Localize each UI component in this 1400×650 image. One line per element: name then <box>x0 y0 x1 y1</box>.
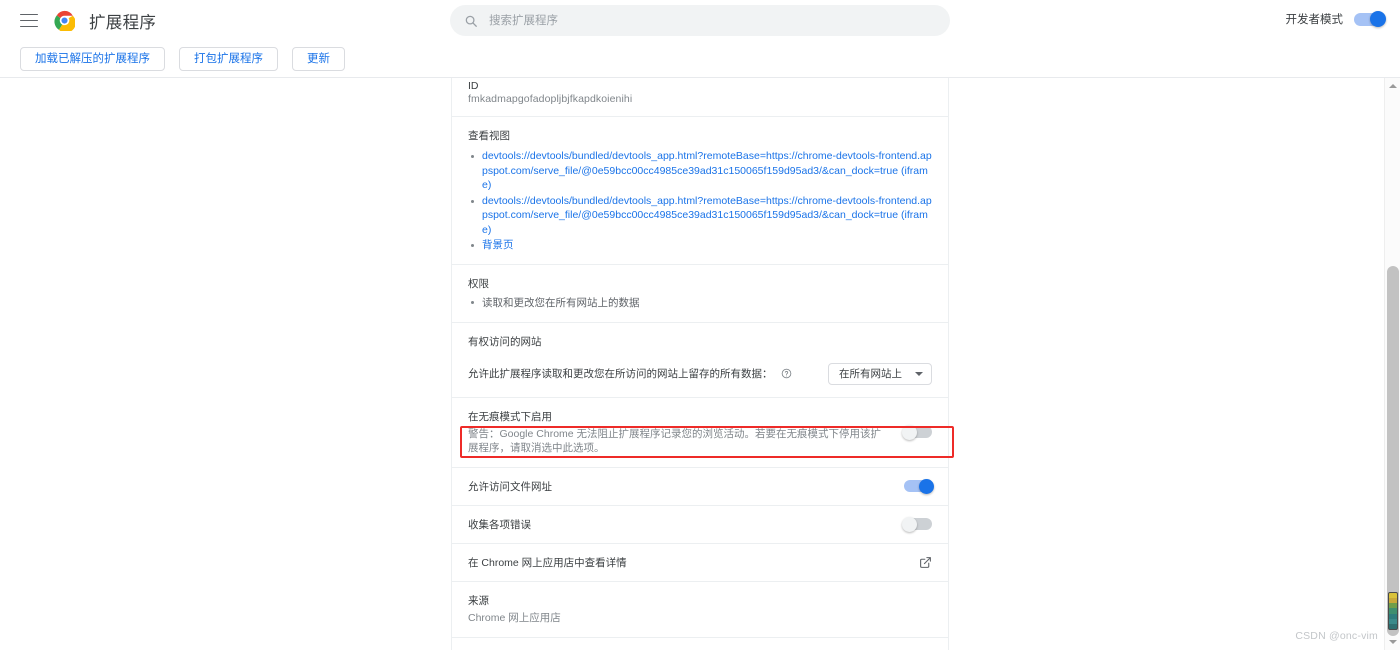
file-urls-texts: 允许访问文件网址 <box>468 479 890 494</box>
remove-extension-row[interactable]: 卸载扩展程序 <box>452 638 948 650</box>
list-item: 读取和更改您在所有网站上的数据 <box>468 296 932 310</box>
list-item[interactable]: 背景页 <box>468 238 932 253</box>
external-link-icon <box>919 556 932 569</box>
collect-errors-title: 收集各项错误 <box>468 518 531 531</box>
source-value: Chrome 网上应用店 <box>468 611 561 624</box>
search-input[interactable] <box>489 10 909 31</box>
toggle-knob <box>1370 11 1386 27</box>
source-section: 来源 Chrome 网上应用店 <box>452 582 948 637</box>
scroll-down-arrow-icon[interactable] <box>1385 634 1400 650</box>
extension-id-value: fmkadmapgofadopljbjfkapdkoienihi <box>468 93 633 105</box>
source-label: 来源 <box>468 594 489 607</box>
incognito-description: 警告：Google Chrome 无法阻止扩展程序记录您的浏览活动。若要在无痕模… <box>468 427 882 455</box>
scroll-up-arrow-icon[interactable] <box>1385 78 1400 94</box>
developer-mode-control[interactable]: 开发者模式 <box>1285 11 1386 27</box>
scrollbar-minimap-indicator <box>1388 592 1398 630</box>
extension-id-section: ID fmkadmapgofadopljbjfkapdkoienihi <box>452 78 948 116</box>
inspect-views-title: 查看视图 <box>468 130 510 142</box>
extension-actions-toolbar: 加载已解压的扩展程序 打包扩展程序 更新 <box>0 41 1400 78</box>
permissions-title: 权限 <box>468 277 489 290</box>
site-access-question-wrap: 允许此扩展程序读取和更改您在所访问的网站上留存的所有数据： <box>468 366 792 381</box>
site-access-select[interactable]: 在所有网站上 <box>828 362 932 385</box>
site-access-question: 允许此扩展程序读取和更改您在所访问的网站上留存的所有数据： <box>468 368 773 380</box>
search-icon <box>464 14 478 28</box>
view-link[interactable]: 背景页 <box>482 239 514 251</box>
toggle-knob <box>902 516 917 532</box>
site-access-selected-value: 在所有网站上 <box>839 368 902 380</box>
site-access-section: 有权访问的网站 允许此扩展程序读取和更改您在所访问的网站上留存的所有数据： 在所… <box>452 323 948 397</box>
vertical-scrollbar[interactable] <box>1384 78 1400 650</box>
file-urls-toggle[interactable] <box>904 478 934 494</box>
hamburger-menu-icon[interactable] <box>20 13 38 28</box>
site-access-title: 有权访问的网站 <box>468 335 542 348</box>
load-unpacked-button[interactable]: 加载已解压的扩展程序 <box>20 47 165 71</box>
collect-errors-texts: 收集各项错误 <box>468 517 890 532</box>
permissions-section: 权限 读取和更改您在所有网站上的数据 <box>452 265 948 322</box>
inspect-views-list: devtools://devtools/bundled/devtools_app… <box>468 149 932 253</box>
view-link[interactable]: devtools://devtools/bundled/devtools_app… <box>482 195 932 236</box>
chevron-down-icon <box>915 371 923 376</box>
file-urls-title: 允许访问文件网址 <box>468 480 552 493</box>
scrollbar-thumb[interactable] <box>1387 266 1399 636</box>
view-in-webstore-label: 在 Chrome 网上应用店中查看详情 <box>468 556 627 569</box>
collect-errors-toggle[interactable] <box>902 516 932 532</box>
incognito-texts: 在无痕模式下启用 警告：Google Chrome 无法阻止扩展程序记录您的浏览… <box>468 409 890 456</box>
incognito-row: 在无痕模式下启用 警告：Google Chrome 无法阻止扩展程序记录您的浏览… <box>452 398 948 467</box>
top-header-bar: 扩展程序 开发者模式 <box>0 0 1400 41</box>
help-circle-icon[interactable] <box>781 368 792 379</box>
permissions-list: 读取和更改您在所有网站上的数据 <box>468 296 932 310</box>
list-item[interactable]: devtools://devtools/bundled/devtools_app… <box>468 149 932 193</box>
incognito-title: 在无痕模式下启用 <box>468 410 552 423</box>
incognito-toggle[interactable] <box>902 424 932 440</box>
developer-mode-toggle[interactable] <box>1354 11 1386 27</box>
watermark: CSDN @onc-vim <box>1295 630 1378 642</box>
extension-id-label: ID <box>468 80 479 92</box>
extensions-page: 扩展程序 开发者模式 加载已解压的扩展程序 打包扩展程序 更新 ID fmkad… <box>0 0 1400 650</box>
inspect-views-section: 查看视图 devtools://devtools/bundled/devtool… <box>452 117 948 264</box>
page-title: 扩展程序 <box>89 13 157 32</box>
search-box[interactable] <box>450 5 950 36</box>
chrome-logo-icon <box>54 10 76 33</box>
site-access-row: 允许此扩展程序读取和更改您在所访问的网站上留存的所有数据： 在所有网站上 <box>468 362 932 385</box>
view-link[interactable]: devtools://devtools/bundled/devtools_app… <box>482 150 932 191</box>
developer-mode-label: 开发者模式 <box>1285 14 1344 26</box>
update-button[interactable]: 更新 <box>292 47 345 71</box>
view-in-webstore-row[interactable]: 在 Chrome 网上应用店中查看详情 <box>452 544 948 581</box>
toggle-knob <box>919 478 934 494</box>
file-urls-row: 允许访问文件网址 <box>452 468 948 505</box>
collect-errors-row: 收集各项错误 <box>452 506 948 543</box>
toggle-knob <box>902 424 917 440</box>
extension-detail-card: ID fmkadmapgofadopljbjfkapdkoienihi 查看视图… <box>451 78 954 650</box>
list-item[interactable]: devtools://devtools/bundled/devtools_app… <box>468 194 932 238</box>
pack-extension-button[interactable]: 打包扩展程序 <box>179 47 278 71</box>
